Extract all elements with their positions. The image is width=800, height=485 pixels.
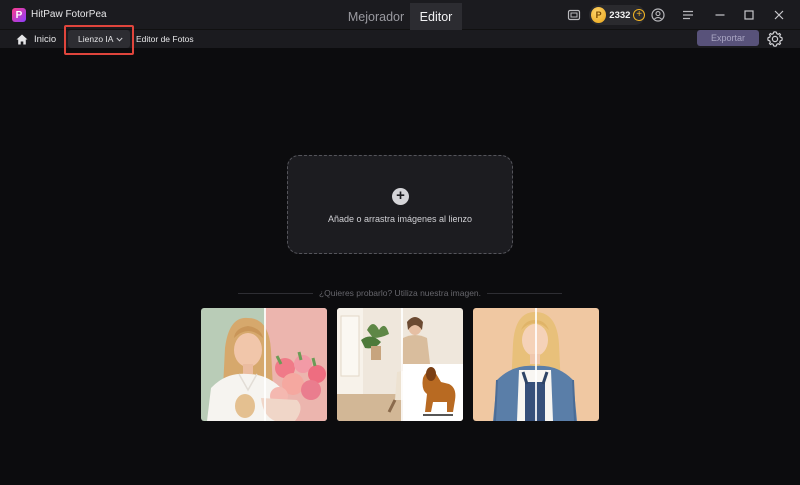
divider-line bbox=[487, 292, 562, 294]
highlight-box bbox=[64, 25, 134, 55]
sample-image-1[interactable] bbox=[201, 308, 327, 421]
app-name: HitPaw FotorPea bbox=[31, 9, 107, 20]
settings-gear-icon[interactable] bbox=[766, 30, 784, 48]
sample-prompt-text: ¿Quieres probarlo? Utiliza nuestra image… bbox=[318, 288, 482, 298]
add-coin-icon[interactable]: + bbox=[633, 9, 645, 21]
sample-image-2[interactable] bbox=[337, 308, 463, 421]
menu-icon[interactable] bbox=[680, 7, 696, 23]
app-logo-icon: P bbox=[12, 8, 26, 22]
image-dropzone[interactable]: + Añade o arrastra imágenes al lienzo bbox=[287, 155, 513, 254]
maximize-icon[interactable] bbox=[741, 7, 757, 23]
home-label: Inicio bbox=[34, 33, 57, 45]
coin-count: 2332 bbox=[609, 9, 631, 21]
sample-image-3[interactable] bbox=[473, 308, 599, 421]
feedback-icon[interactable] bbox=[566, 7, 582, 23]
coin-icon: P bbox=[591, 7, 607, 23]
photo-editor-link[interactable]: Editor de Fotos bbox=[136, 30, 194, 48]
user-icon[interactable] bbox=[650, 7, 666, 23]
add-image-icon[interactable]: + bbox=[392, 188, 409, 205]
tab-editor[interactable]: Editor bbox=[410, 3, 462, 30]
sample-prompt: ¿Quieres probarlo? Utiliza nuestra image… bbox=[238, 288, 562, 298]
dropzone-text: Añade o arrastra imágenes al lienzo bbox=[327, 214, 473, 224]
divider-line bbox=[238, 292, 313, 294]
tab-mejorador[interactable]: Mejorador bbox=[337, 3, 415, 30]
export-button[interactable]: Exportar bbox=[697, 30, 759, 46]
coin-balance[interactable]: P 2332 + bbox=[589, 5, 645, 25]
home-icon bbox=[16, 34, 28, 44]
close-icon[interactable] bbox=[771, 7, 787, 23]
minimize-icon[interactable] bbox=[712, 7, 728, 23]
home-button[interactable]: Inicio bbox=[16, 30, 56, 48]
